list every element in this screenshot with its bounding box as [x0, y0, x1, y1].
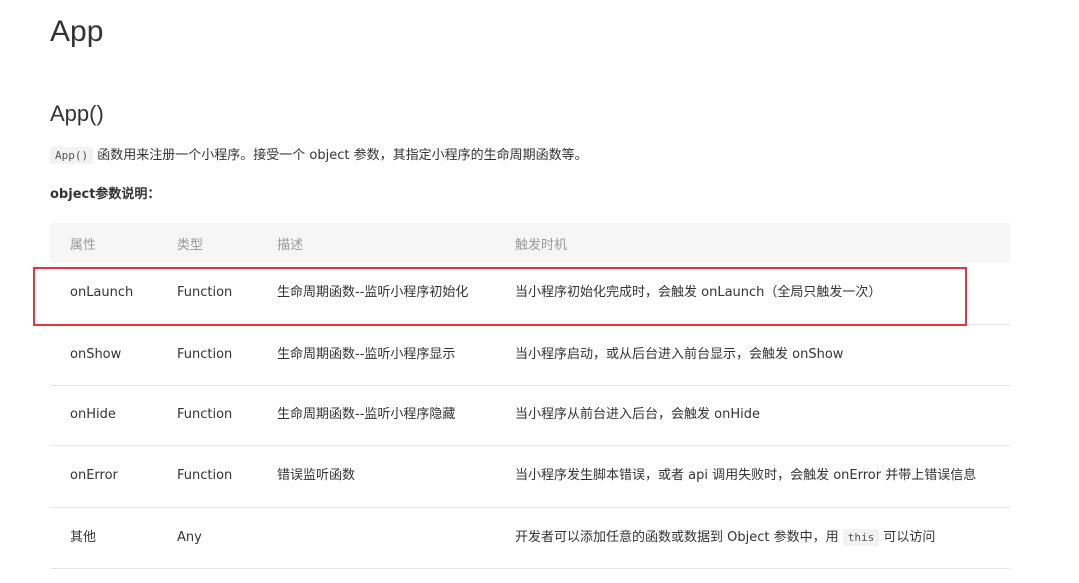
cell-type: Function [157, 445, 257, 508]
table-row: onLaunch Function 生命周期函数--监听小程序初始化 当小程序初… [50, 263, 1010, 325]
header-attr: 属性 [70, 237, 97, 253]
params-table: 属性 类型 描述 触发时机 onLaunch Function 生命周期函数--… [50, 223, 1010, 569]
table-header-row: 属性 类型 描述 触发时机 [50, 223, 1010, 263]
page-title: App [50, 15, 104, 48]
cell-trigger: 当小程序发生脚本错误，或者 api 调用失败时，会触发 onError 并带上错… [495, 445, 1010, 508]
cell-type: Any [157, 507, 257, 569]
cell-attr: onError [50, 445, 157, 508]
cell-desc [257, 507, 495, 569]
cell-trigger: 当小程序初始化完成时，会触发 onLaunch（全局只触发一次） [495, 263, 1010, 325]
table-row: onHide Function 生命周期函数--监听小程序隐藏 当小程序从前台进… [50, 385, 1010, 446]
table-row: 其他 Any 开发者可以添加任意的函数或数据到 Object 参数中，用 thi… [50, 507, 1010, 569]
params-title: object参数说明： [50, 187, 161, 202]
cell-attr: onShow [50, 324, 157, 386]
section-description: App() 函数用来注册一个小程序。接受一个 object 参数，其指定小程序的… [50, 146, 588, 166]
description-text: 函数用来注册一个小程序。接受一个 object 参数，其指定小程序的生命周期函数… [93, 148, 588, 163]
cell-desc: 生命周期函数--监听小程序隐藏 [257, 385, 495, 446]
header-desc: 描述 [277, 237, 304, 253]
cell-trigger: 开发者可以添加任意的函数或数据到 Object 参数中，用 this 可以访问 [495, 507, 1010, 569]
cell-desc: 生命周期函数--监听小程序显示 [257, 324, 495, 386]
inline-code-app: App() [50, 147, 94, 164]
table-row: onShow Function 生命周期函数--监听小程序显示 当小程序启动，或… [50, 324, 1010, 386]
cell-attr: onHide [50, 385, 157, 446]
trigger-text-before: 开发者可以添加任意的函数或数据到 Object 参数中，用 [515, 529, 843, 545]
table-row: onError Function 错误监听函数 当小程序发生脚本错误，或者 ap… [50, 445, 1010, 508]
cell-trigger: 当小程序启动，或从后台进入前台显示，会触发 onShow [495, 324, 1010, 386]
cell-type: Function [157, 324, 257, 386]
cell-type: Function [157, 385, 257, 446]
cell-attr: onLaunch [50, 263, 157, 325]
cell-trigger: 当小程序从前台进入后台，会触发 onHide [495, 385, 1010, 446]
header-type: 类型 [177, 237, 204, 253]
cell-desc: 错误监听函数 [257, 445, 495, 508]
inline-code-this: this [842, 528, 880, 546]
cell-type: Function [157, 263, 257, 325]
header-trigger: 触发时机 [515, 237, 568, 253]
cell-desc: 生命周期函数--监听小程序初始化 [257, 263, 495, 325]
section-title: App() [50, 101, 104, 126]
cell-attr: 其他 [50, 507, 157, 569]
trigger-text-after: 可以访问 [879, 529, 936, 545]
